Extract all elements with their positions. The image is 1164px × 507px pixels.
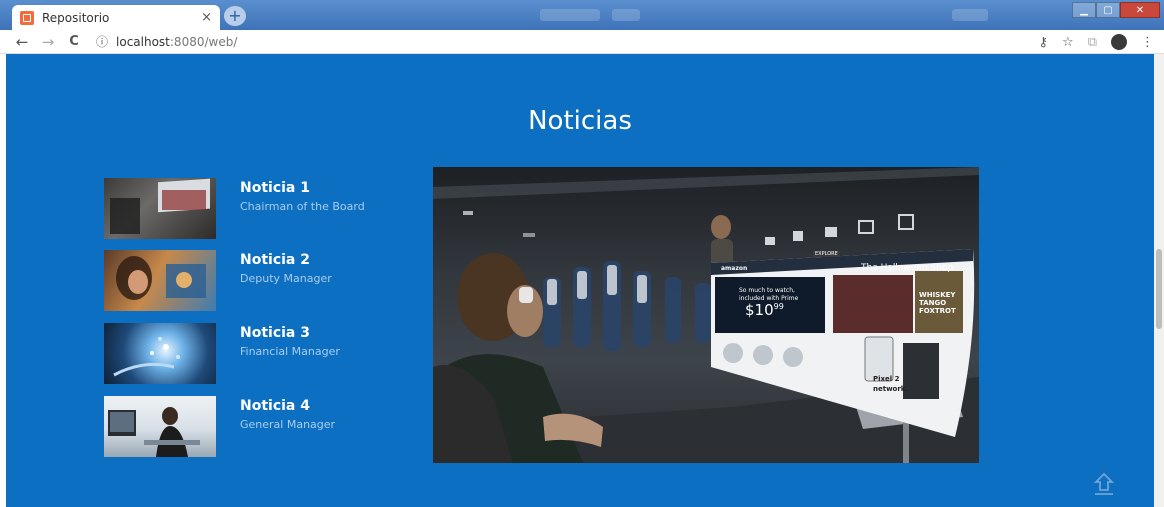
news-item[interactable]: Noticia 4 General Manager (104, 396, 335, 457)
news-item[interactable]: Noticia 3 Financial Manager (104, 323, 340, 384)
menu-icon[interactable]: ⋮ (1141, 35, 1154, 50)
reload-icon[interactable]: C (64, 34, 84, 49)
news-item[interactable]: Noticia 1 Chairman of the Board (104, 178, 365, 239)
hero-explore-button: EXPLORE (813, 251, 840, 257)
info-icon[interactable]: ⓘ (96, 33, 108, 50)
tab-close-icon[interactable]: × (201, 10, 212, 25)
news-title[interactable]: Noticia 1 (240, 180, 365, 196)
blurred-region (952, 9, 988, 21)
news-title[interactable]: Noticia 4 (240, 398, 335, 414)
profile-icon[interactable] (1111, 34, 1127, 50)
hero-brand-text: WHISKEY TANGO FOXTROT (919, 291, 956, 315)
minimize-button[interactable]: ▁ (1072, 2, 1096, 18)
news-item[interactable]: Noticia 2 Deputy Manager (104, 250, 332, 311)
featured-image[interactable]: amazon The Halloween Shop EXPLORE So muc… (433, 167, 979, 463)
hero-store-logo: amazon (721, 265, 748, 272)
news-thumbnail[interactable] (104, 178, 216, 239)
hero-price-dollars: $10 (745, 301, 774, 319)
window-controls: ▁ ▢ ✕ (1072, 2, 1160, 18)
url-path: :8080/web/ (169, 34, 238, 49)
star-icon[interactable]: ☆ (1062, 35, 1074, 50)
news-thumbnail[interactable] (104, 250, 216, 311)
browser-tab[interactable]: Repositorio × (12, 5, 220, 30)
blurred-region (612, 9, 640, 21)
maximize-button[interactable]: ▢ (1096, 2, 1120, 18)
xampp-favicon-icon (20, 10, 34, 25)
news-subtitle: General Manager (240, 418, 336, 431)
key-icon[interactable]: ⚷ (1039, 35, 1049, 50)
toolbar-icons: ⚷ ☆ ⧉ ⋮ (1039, 34, 1154, 50)
hero-price-cents: 99 (773, 302, 784, 311)
address-bar: ← → C ⓘ localhost:8080/web/ ⚷ ☆ ⧉ ⋮ (0, 30, 1164, 54)
hero-shop-title: The Halloween Shop (861, 263, 954, 273)
news-subtitle: Chairman of the Board (240, 200, 365, 213)
tab-title: Repositorio (42, 10, 110, 25)
extension-icon[interactable]: ⧉ (1088, 35, 1097, 50)
news-title[interactable]: Noticia 2 (240, 252, 332, 268)
scrollbar-thumb[interactable] (1156, 249, 1162, 329)
scroll-to-top-icon[interactable] (1093, 472, 1115, 496)
news-title[interactable]: Noticia 3 (240, 325, 340, 341)
news-subtitle: Financial Manager (240, 345, 340, 358)
blurred-region (540, 9, 600, 21)
back-icon[interactable]: ← (12, 33, 32, 51)
url-field[interactable]: localhost:8080/web/ (116, 35, 237, 49)
browser-titlebar: Repositorio × + ▁ ▢ ✕ (0, 0, 1164, 30)
page-title: Noticias (528, 106, 632, 136)
forward-icon[interactable]: → (38, 33, 58, 51)
news-thumbnail[interactable] (104, 323, 216, 384)
url-host: localhost (116, 34, 170, 49)
hero-promo-line1: So much to watch, (739, 287, 795, 294)
news-thumbnail[interactable] (104, 396, 216, 457)
hero-phone-ad-line2: network. (873, 385, 909, 393)
page-body: Noticias Noticia 1 Chairman of the Board… (6, 54, 1154, 507)
new-tab-button[interactable]: + (224, 6, 246, 26)
news-subtitle: Deputy Manager (240, 272, 332, 285)
hero-phone-ad-line1: Pixel 2 (873, 375, 900, 383)
close-window-button[interactable]: ✕ (1120, 2, 1160, 18)
hero-price: $1099 (745, 301, 784, 319)
page-scrollbar[interactable] (1154, 54, 1164, 507)
